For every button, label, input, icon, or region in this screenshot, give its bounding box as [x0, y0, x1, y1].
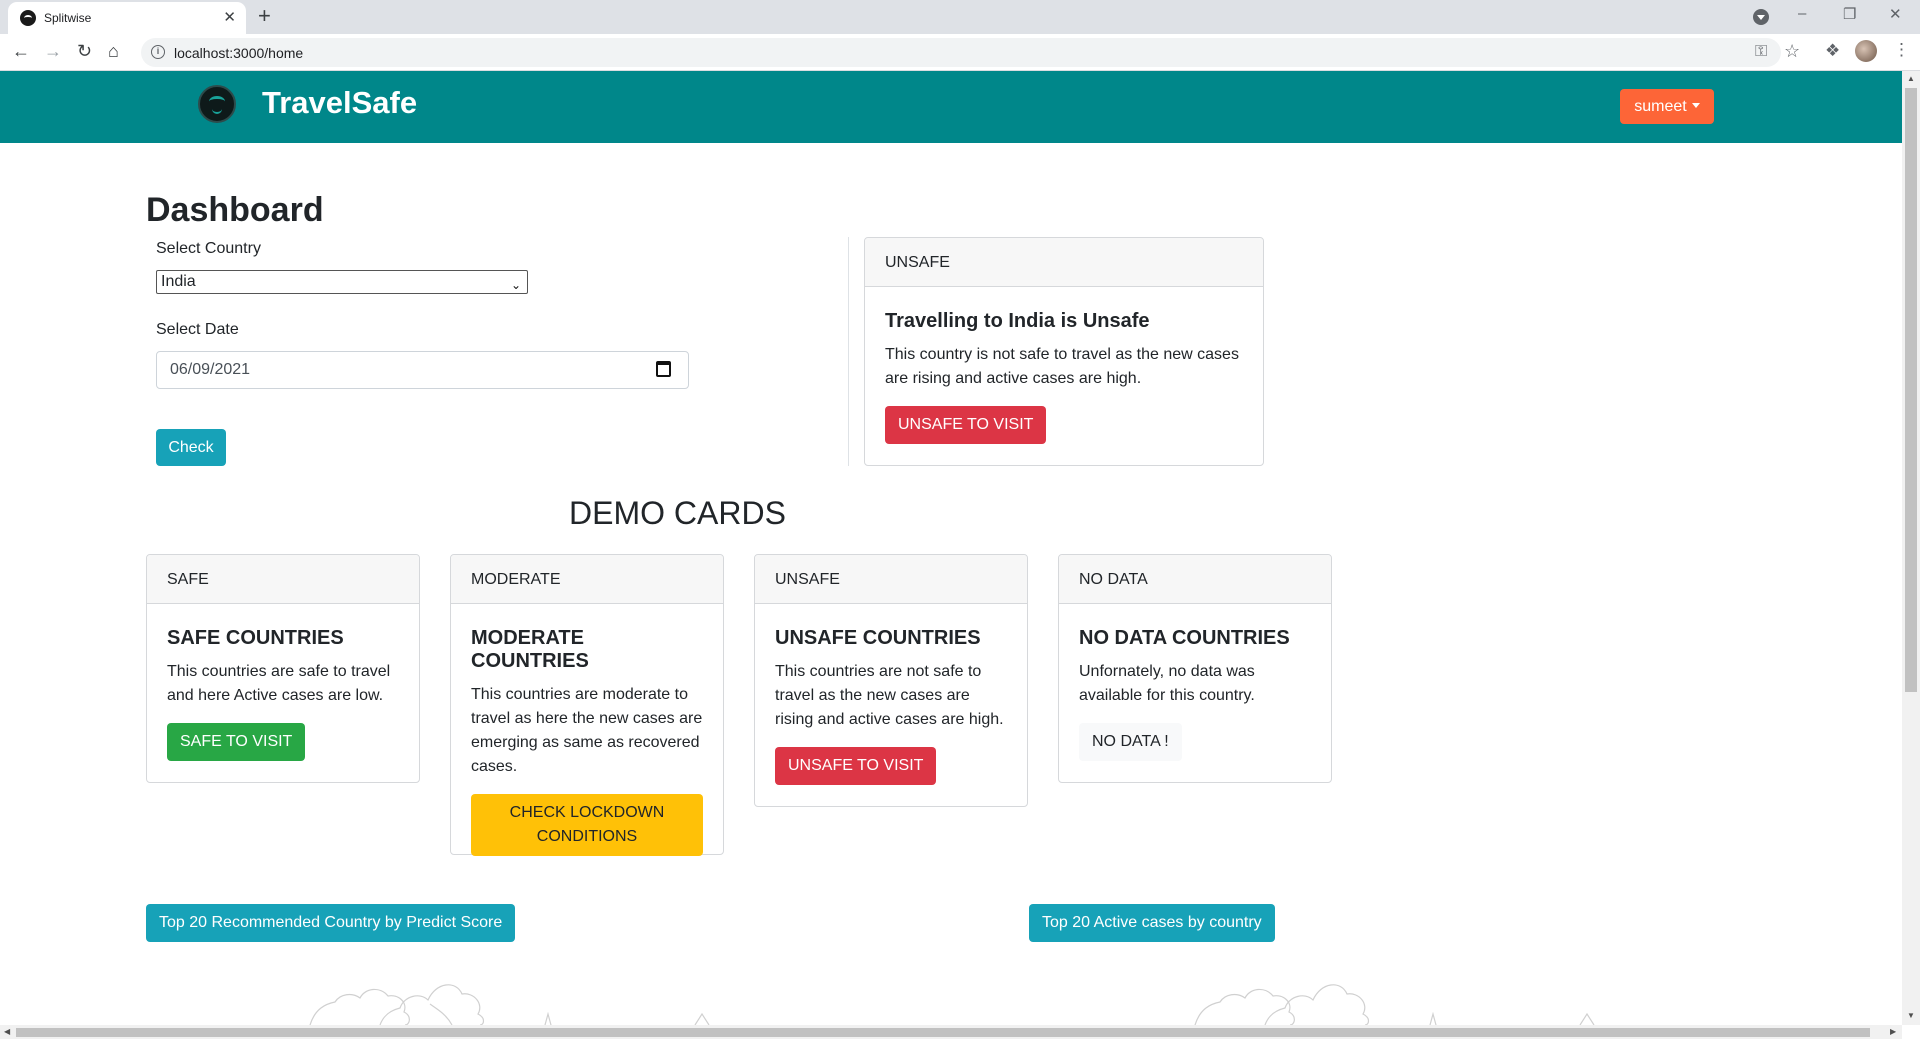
decorative-trees-illustration [309, 984, 1595, 1025]
scroll-right-icon[interactable]: ▶ [1890, 1027, 1896, 1036]
close-window-button[interactable]: ✕ [1889, 5, 1902, 23]
result-card-text: This country is not safe to travel as th… [885, 346, 1239, 387]
user-name: sumeet [1634, 98, 1687, 115]
tab-search-icon[interactable] [1753, 9, 1769, 25]
site-info-icon[interactable]: i [151, 45, 165, 59]
travelsafe-logo-icon[interactable] [198, 85, 236, 123]
no-data-card-body: NO DATA COUNTRIES Unfornately, no data w… [1059, 604, 1331, 761]
moderate-card: MODERATE MODERATE COUNTRIES This countri… [450, 554, 724, 856]
top-active-cases-button[interactable]: Top 20 Active cases by country [1029, 904, 1275, 942]
tab-title: Splitwise [44, 11, 92, 25]
top-recommended-button[interactable]: Top 20 Recommended Country by Predict Sc… [146, 904, 516, 942]
user-menu-button[interactable]: sumeet [1620, 89, 1714, 124]
horizontal-scrollbar[interactable]: ◀ ▶ [0, 1025, 1902, 1039]
calendar-icon[interactable] [656, 361, 671, 377]
vertical-scrollbar[interactable]: ▲ ▼ [1902, 71, 1920, 1025]
browser-menu-icon[interactable]: ⋮ [1893, 40, 1910, 60]
no-data-card: NO DATA NO DATA COUNTRIES Unfornately, n… [1058, 554, 1332, 783]
profile-avatar[interactable] [1855, 40, 1877, 62]
moderate-card-body: MODERATE COUNTRIES This countries are mo… [451, 604, 723, 856]
date-input[interactable]: 06/09/2021 [156, 351, 689, 389]
no-data-card-header: NO DATA [1059, 555, 1331, 604]
safe-to-visit-button[interactable]: SAFE TO VISIT [167, 723, 306, 761]
safe-card-text: This countries are safe to travel and he… [167, 663, 391, 704]
close-tab-icon[interactable]: ✕ [223, 8, 236, 26]
moderate-card-text: This countries are moderate to travel as… [471, 686, 703, 775]
restore-button[interactable]: ❐ [1843, 5, 1856, 23]
caret-down-icon [1691, 103, 1700, 108]
vertical-scrollbar-thumb[interactable] [1905, 88, 1917, 692]
forward-arrow-icon[interactable]: → [44, 41, 62, 62]
unsafe-card-button[interactable]: UNSAFE TO VISIT [775, 747, 937, 785]
safe-card-title: SAFE COUNTRIES [167, 627, 344, 649]
result-card-header: UNSAFE [865, 238, 1263, 287]
unsafe-card-title: UNSAFE COUNTRIES [775, 627, 981, 649]
browser-toolbar: ← → ↻ ⌂ i localhost:3000/home ⚿ ☆ [0, 34, 1920, 71]
no-data-button[interactable]: NO DATA ! [1079, 723, 1182, 761]
key-icon[interactable]: ⚿ [1755, 43, 1767, 61]
scroll-up-icon[interactable]: ▲ [1907, 74, 1915, 83]
result-card: UNSAFE Travelling to India is Unsafe Thi… [864, 237, 1264, 466]
date-input-value: 06/09/2021 [170, 361, 251, 378]
bookmark-star-icon[interactable]: ☆ [1784, 41, 1800, 62]
country-select[interactable]: India ⌄ [156, 270, 528, 294]
result-card-title: Travelling to India is Unsafe [885, 310, 1150, 332]
splitwise-favicon-icon [20, 10, 36, 26]
result-card-body: Travelling to India is Unsafe This count… [865, 287, 1263, 444]
chevron-down-icon: ⌄ [510, 278, 521, 292]
back-arrow-icon[interactable]: ← [12, 41, 30, 62]
horizontal-scrollbar-thumb[interactable] [16, 1028, 1870, 1037]
reload-icon[interactable]: ↻ [77, 41, 92, 62]
check-button[interactable]: Check [156, 429, 226, 466]
unsafe-card-body: UNSAFE COUNTRIES This countries are not … [755, 604, 1027, 785]
country-select-value: India [161, 273, 196, 290]
unsafe-card-header: UNSAFE [755, 555, 1027, 604]
column-divider [848, 237, 849, 466]
extensions-puzzle-icon[interactable]: ❖ [1825, 41, 1840, 61]
address-bar[interactable]: i localhost:3000/home ⚿ ☆ [141, 38, 1800, 67]
scroll-left-icon[interactable]: ◀ [4, 1027, 10, 1036]
new-tab-button[interactable]: + [258, 3, 271, 29]
unsafe-card-text: This countries are not safe to travel as… [775, 663, 1004, 728]
url-text: localhost:3000/home [174, 45, 304, 61]
country-label: Select Country [156, 240, 261, 257]
no-data-card-title: NO DATA COUNTRIES [1079, 627, 1290, 649]
browser-tab[interactable]: Splitwise ✕ [8, 2, 246, 34]
home-icon[interactable]: ⌂ [108, 41, 119, 62]
brand-name[interactable]: TravelSafe [262, 85, 417, 121]
check-lockdown-button[interactable]: CHECK LOCKDOWN CONDITIONS [471, 794, 703, 856]
moderate-card-header: MODERATE [451, 555, 723, 604]
page-viewport: TravelSafe sumeet Dashboard Select Count… [0, 71, 1902, 1025]
scroll-down-icon[interactable]: ▼ [1907, 1011, 1915, 1020]
unsafe-card: UNSAFE UNSAFE COUNTRIES This countries a… [754, 554, 1028, 807]
top-navbar: TravelSafe sumeet [0, 71, 1902, 143]
unsafe-to-visit-button[interactable]: UNSAFE TO VISIT [885, 406, 1047, 444]
safe-card: SAFE SAFE COUNTRIES This countries are s… [146, 554, 420, 783]
no-data-card-text: Unfornately, no data was available for t… [1079, 663, 1255, 704]
safe-card-body: SAFE COUNTRIES This countries are safe t… [147, 604, 419, 761]
safe-card-header: SAFE [147, 555, 419, 604]
minimize-button[interactable]: – [1798, 5, 1806, 22]
demo-cards-title: DEMO CARDS [569, 495, 786, 531]
date-label: Select Date [156, 321, 239, 338]
browser-tab-strip: Splitwise ✕ + – ❐ ✕ [0, 0, 1920, 34]
moderate-card-title: MODERATE COUNTRIES [471, 627, 589, 672]
page-title: Dashboard [146, 191, 324, 229]
